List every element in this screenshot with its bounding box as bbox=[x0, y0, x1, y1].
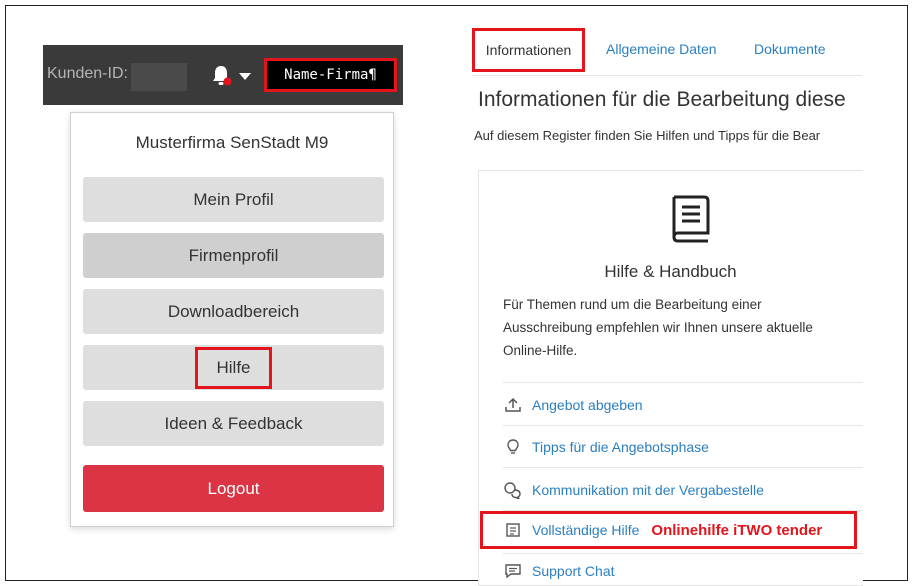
logout-button[interactable]: Logout bbox=[83, 465, 384, 512]
divider bbox=[503, 467, 863, 468]
help-button[interactable]: Hilfe bbox=[83, 345, 384, 390]
link-label: Support Chat bbox=[532, 563, 615, 579]
user-menu-button[interactable]: Name-Firma¶ bbox=[264, 58, 397, 92]
annotation-label: Onlinehilfe iTWO tender bbox=[651, 521, 823, 539]
divider bbox=[503, 425, 863, 426]
company-name: Musterfirma SenStadt M9 bbox=[135, 133, 329, 152]
customer-id-value bbox=[131, 63, 187, 91]
upload-icon bbox=[503, 395, 523, 415]
message-icon bbox=[503, 561, 523, 581]
link-support-chat[interactable]: Support Chat bbox=[503, 557, 615, 585]
page-description: Auf diesem Register finden Sie Hilfen un… bbox=[474, 128, 821, 143]
link-label: Tipps für die Angebotsphase bbox=[532, 439, 709, 455]
top-bar: Kunden-ID: Name-Firma¶ bbox=[43, 45, 403, 105]
tab-allgemeine-daten[interactable]: Allgemeine Daten bbox=[606, 41, 717, 57]
document-icon bbox=[503, 520, 523, 540]
user-dropdown-menu: Musterfirma SenStadt M9 Mein Profil Firm… bbox=[70, 112, 394, 527]
link-kommunikation-vergabestelle[interactable]: Kommunikation mit der Vergabestelle bbox=[503, 476, 764, 504]
link-label: Kommunikation mit der Vergabestelle bbox=[532, 482, 764, 498]
my-profile-button[interactable]: Mein Profil bbox=[83, 177, 384, 222]
lightbulb-icon bbox=[503, 437, 523, 457]
link-vollstaendige-hilfe[interactable]: Vollständige Hilfe Onlinehilfe iTWO tend… bbox=[503, 516, 822, 544]
card-description: Für Themen rund um die Bearbeitung einer… bbox=[503, 297, 813, 358]
link-angebot-abgeben[interactable]: Angebot abgeben bbox=[503, 391, 643, 419]
divider bbox=[503, 382, 863, 383]
chevron-down-icon[interactable] bbox=[239, 73, 251, 80]
page-title: Informationen für die Bearbeitung diese bbox=[478, 88, 846, 111]
company-profile-button[interactable]: Firmenprofil bbox=[83, 233, 384, 278]
link-label: Angebot abgeben bbox=[532, 397, 643, 413]
link-label: Vollständige Hilfe bbox=[532, 522, 640, 538]
tab-dokumente[interactable]: Dokumente bbox=[754, 41, 826, 57]
link-tipps-angebotsphase[interactable]: Tipps für die Angebotsphase bbox=[503, 433, 709, 461]
divider bbox=[503, 553, 863, 554]
download-area-button[interactable]: Downloadbereich bbox=[83, 289, 384, 334]
book-icon bbox=[672, 195, 710, 243]
ideas-feedback-button[interactable]: Ideen & Feedback bbox=[83, 401, 384, 446]
bell-icon[interactable] bbox=[208, 63, 234, 89]
tab-bar: Informationen Allgemeine Daten Dokumente bbox=[472, 28, 862, 76]
chat-bubbles-icon bbox=[503, 480, 523, 500]
help-label: Hilfe bbox=[195, 346, 272, 389]
tab-informationen[interactable]: Informationen bbox=[472, 28, 585, 72]
card-title: Hilfe & Handbuch bbox=[604, 262, 737, 281]
customer-id-label: Kunden-ID: bbox=[47, 65, 128, 82]
